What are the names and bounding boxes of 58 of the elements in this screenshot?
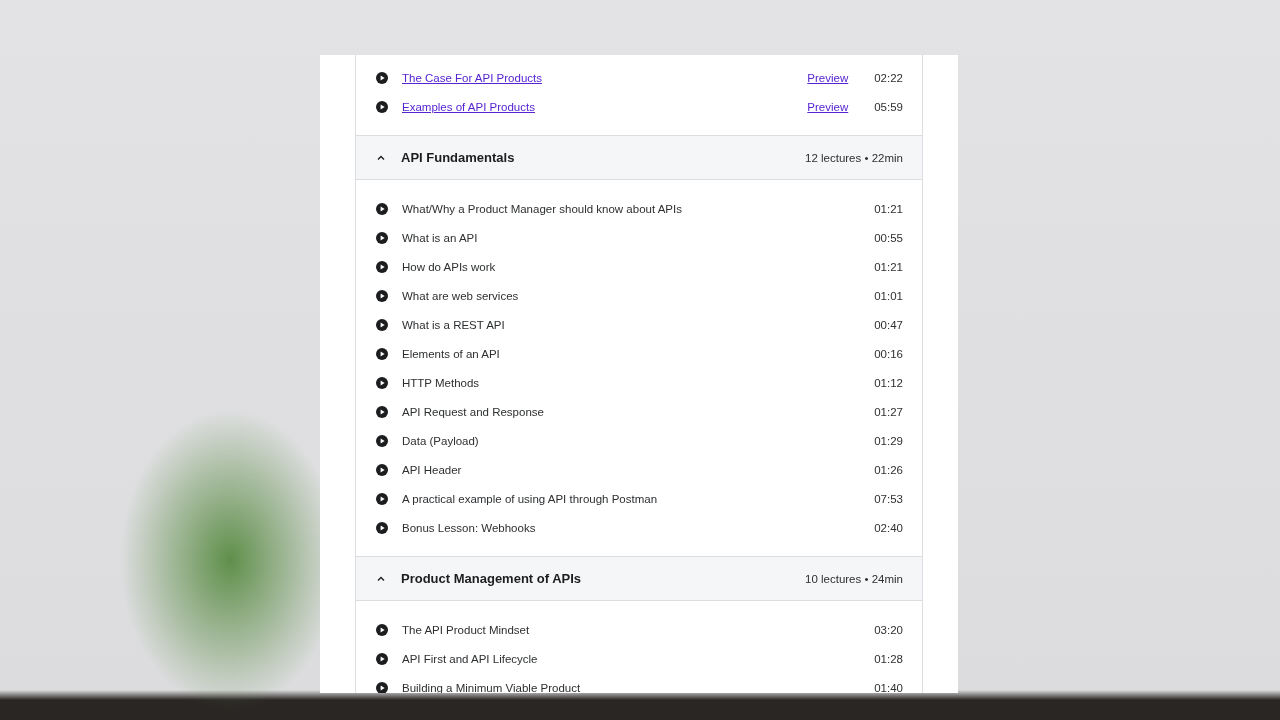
lecture-duration: 00:47 <box>874 318 903 331</box>
lecture-duration: 03:20 <box>874 623 903 636</box>
lecture-title: What/Why a Product Manager should know about APIs <box>402 202 683 215</box>
lecture-title: What are web services <box>402 289 520 302</box>
lecture-title: What is an API <box>402 231 479 244</box>
lecture-title: A practical example of using API through Postman <box>402 492 659 505</box>
section-header[interactable]: Product Management of APIs 10 lectures • 24min <box>356 556 922 601</box>
section-summary: 12 lectures • 22min <box>805 151 903 164</box>
play-icon <box>376 260 388 273</box>
lecture-title: HTTP Methods <box>402 376 481 389</box>
section-title: Product Management of APIs <box>401 571 583 586</box>
preview-link[interactable]: Preview <box>807 71 849 84</box>
lecture-title: Building a Minimum Viable Product <box>402 681 582 693</box>
lecture-duration: 01:12 <box>874 376 903 389</box>
play-icon <box>376 71 388 84</box>
lecture-duration: 01:27 <box>874 405 903 418</box>
lecture-title: Data (Payload) <box>402 434 480 447</box>
lecture-duration: 07:53 <box>874 492 903 505</box>
lecture-duration: 01:29 <box>874 434 903 447</box>
lecture-title: How do APIs work <box>402 260 497 273</box>
play-icon <box>376 492 388 505</box>
play-icon <box>376 376 388 389</box>
lecture-duration: 02:22 <box>874 71 903 84</box>
play-icon <box>376 100 388 113</box>
play-icon <box>376 202 388 215</box>
lecture-duration: 01:21 <box>874 202 903 215</box>
lecture-duration: 01:28 <box>874 652 903 665</box>
lecture-title: API First and API Lifecycle <box>402 652 539 665</box>
play-icon <box>376 521 388 534</box>
lecture-title: The API Product Mindset <box>402 623 531 636</box>
lecture-title: API Request and Response <box>402 405 545 418</box>
section-summary: 10 lectures • 24min <box>805 572 903 585</box>
lecture-duration: 01:01 <box>874 289 903 302</box>
preview-link[interactable]: Preview <box>807 100 849 113</box>
lecture-title: Bonus Lesson: Webhooks <box>402 521 537 534</box>
play-icon <box>376 434 388 447</box>
lecture-duration: 00:55 <box>874 231 903 244</box>
play-icon <box>376 231 388 244</box>
lecture-duration: 01:40 <box>874 681 903 693</box>
lecture-title: API Header <box>402 463 463 476</box>
lecture-duration: 00:16 <box>874 347 903 360</box>
play-icon <box>376 623 388 636</box>
play-icon <box>376 463 388 476</box>
lecture-duration: 02:40 <box>874 521 903 534</box>
play-icon <box>376 347 388 360</box>
lecture-link[interactable]: Examples of API Products <box>402 100 535 113</box>
section-title: API Fundamentals <box>401 150 516 165</box>
lecture-title: What is a REST API <box>402 318 506 331</box>
lecture-duration: 05:59 <box>874 100 903 113</box>
play-icon <box>376 289 388 302</box>
play-icon <box>376 405 388 418</box>
section-header[interactable]: API Fundamentals 12 lectures • 22min <box>356 135 922 180</box>
lecture-link[interactable]: The Case For API Products <box>402 71 542 84</box>
lecture-title: Elements of an API <box>402 347 501 360</box>
play-icon <box>376 318 388 331</box>
lecture-duration: 01:21 <box>874 260 903 273</box>
play-icon <box>376 652 388 665</box>
lecture-duration: 01:26 <box>874 463 903 476</box>
